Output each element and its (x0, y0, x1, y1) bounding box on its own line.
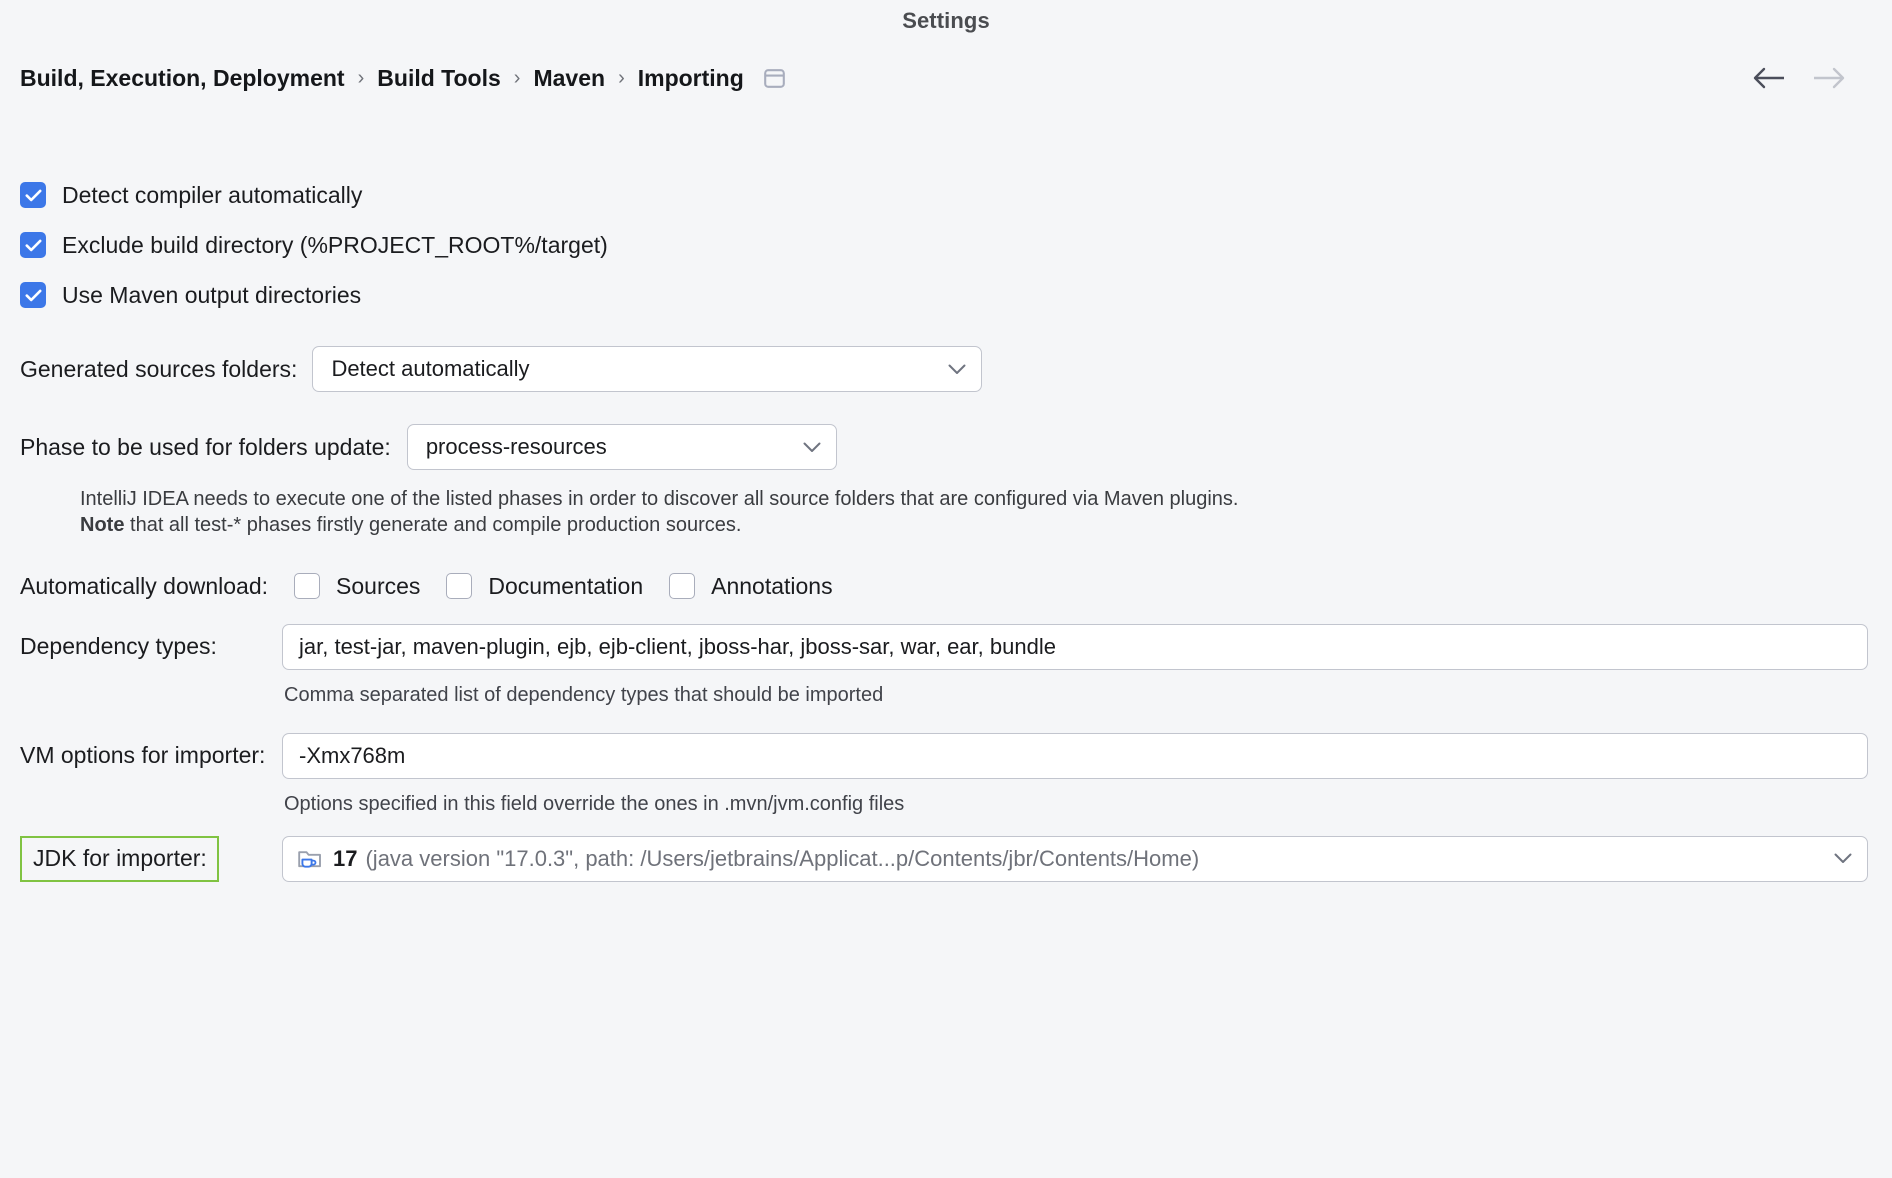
download-annotations-label: Annotations (711, 573, 832, 600)
breadcrumb-separator: › (501, 68, 534, 88)
generated-sources-row: Generated sources folders: Detect automa… (20, 346, 1870, 392)
window-titlebar: Settings (0, 0, 1892, 42)
window-title: Settings (902, 8, 990, 34)
jdk-importer-label-wrap: JDK for importer: (20, 836, 282, 882)
breadcrumb: Build, Execution, Deployment › Build Too… (20, 65, 786, 92)
chevron-down-icon[interactable] (935, 363, 967, 376)
jdk-importer-label-highlight: JDK for importer: (20, 836, 219, 882)
breadcrumb-separator: › (345, 68, 378, 88)
breadcrumb-separator: › (605, 68, 638, 88)
phase-update-hint-note-rest: that all test-* phases firstly generate … (124, 514, 741, 536)
vm-options-value: -Xmx768m (299, 743, 405, 769)
generated-sources-value: Detect automatically (331, 356, 529, 382)
chevron-down-icon[interactable] (1821, 852, 1853, 865)
download-documentation-label: Documentation (488, 573, 643, 600)
arrow-left-icon[interactable] (1752, 66, 1786, 90)
vm-options-label: VM options for importer: (20, 742, 282, 769)
settings-content: Detect compiler automatically Exclude bu… (0, 170, 1892, 882)
dependency-types-label: Dependency types: (20, 633, 282, 660)
jdk-importer-label: JDK for importer: (33, 845, 207, 871)
download-annotations-checkbox[interactable] (669, 573, 695, 599)
detect-compiler-checkbox[interactable] (20, 182, 46, 208)
download-documentation-checkbox[interactable] (446, 573, 472, 599)
navigation-arrows (1752, 66, 1866, 90)
phase-update-dropdown[interactable]: process-resources (407, 424, 837, 470)
dependency-types-hint: Comma separated list of dependency types… (284, 684, 1870, 707)
jdk-importer-description: (java version "17.0.3", path: /Users/jet… (365, 846, 1199, 872)
vm-options-row: VM options for importer: -Xmx768m (20, 733, 1870, 779)
download-sources-checkbox[interactable] (294, 573, 320, 599)
generated-sources-label: Generated sources folders: (20, 356, 297, 383)
breadcrumb-item-build-execution-deployment[interactable]: Build, Execution, Deployment (20, 65, 345, 92)
breadcrumb-row: Build, Execution, Deployment › Build Too… (0, 42, 1892, 114)
vm-options-hint: Options specified in this field override… (284, 793, 1870, 816)
phase-update-row: Phase to be used for folders update: pro… (20, 424, 1870, 470)
panel-toggle-icon[interactable] (764, 68, 786, 88)
import-options-group: Detect compiler automatically Exclude bu… (20, 170, 1870, 320)
generated-sources-dropdown[interactable]: Detect automatically (312, 346, 982, 392)
breadcrumb-item-build-tools[interactable]: Build Tools (377, 65, 501, 92)
dependency-types-row: Dependency types: jar, test-jar, maven-p… (20, 624, 1870, 670)
use-maven-output-directories-checkbox[interactable] (20, 282, 46, 308)
jdk-folder-icon (297, 847, 323, 871)
jdk-importer-dropdown[interactable]: 17 (java version "17.0.3", path: /Users/… (282, 836, 1868, 882)
dependency-types-input[interactable]: jar, test-jar, maven-plugin, ejb, ejb-cl… (282, 624, 1868, 670)
phase-update-hint-line2: Note that all test-* phases firstly gene… (80, 512, 1870, 538)
phase-update-label: Phase to be used for folders update: (20, 434, 391, 461)
exclude-build-directory-label: Exclude build directory (%PROJECT_ROOT%/… (62, 232, 608, 259)
checkbox-row-exclude-build-directory[interactable]: Exclude build directory (%PROJECT_ROOT%/… (20, 220, 1870, 270)
phase-update-hint-note: Note (80, 514, 124, 536)
vm-options-input[interactable]: -Xmx768m (282, 733, 1868, 779)
phase-update-hint-line1: IntelliJ IDEA needs to execute one of th… (80, 486, 1870, 512)
auto-download-row: Automatically download: Sources Document… (20, 573, 1870, 600)
jdk-importer-version: 17 (333, 846, 357, 872)
chevron-down-icon[interactable] (790, 441, 822, 454)
breadcrumb-item-maven[interactable]: Maven (533, 65, 605, 92)
phase-update-hint: IntelliJ IDEA needs to execute one of th… (80, 486, 1870, 539)
arrow-right-icon (1812, 66, 1846, 90)
auto-download-label: Automatically download: (20, 573, 268, 600)
jdk-importer-row: JDK for importer: 17 (java version "17.0… (20, 836, 1870, 882)
checkbox-row-use-maven-output-directories[interactable]: Use Maven output directories (20, 270, 1870, 320)
breadcrumb-item-importing[interactable]: Importing (638, 65, 744, 92)
checkbox-row-detect-compiler[interactable]: Detect compiler automatically (20, 170, 1870, 220)
dependency-types-value: jar, test-jar, maven-plugin, ejb, ejb-cl… (299, 634, 1056, 660)
exclude-build-directory-checkbox[interactable] (20, 232, 46, 258)
use-maven-output-directories-label: Use Maven output directories (62, 282, 361, 309)
phase-update-value: process-resources (426, 434, 607, 460)
jdk-importer-value: 17 (java version "17.0.3", path: /Users/… (297, 846, 1199, 872)
download-sources-label: Sources (336, 573, 420, 600)
detect-compiler-label: Detect compiler automatically (62, 182, 362, 209)
